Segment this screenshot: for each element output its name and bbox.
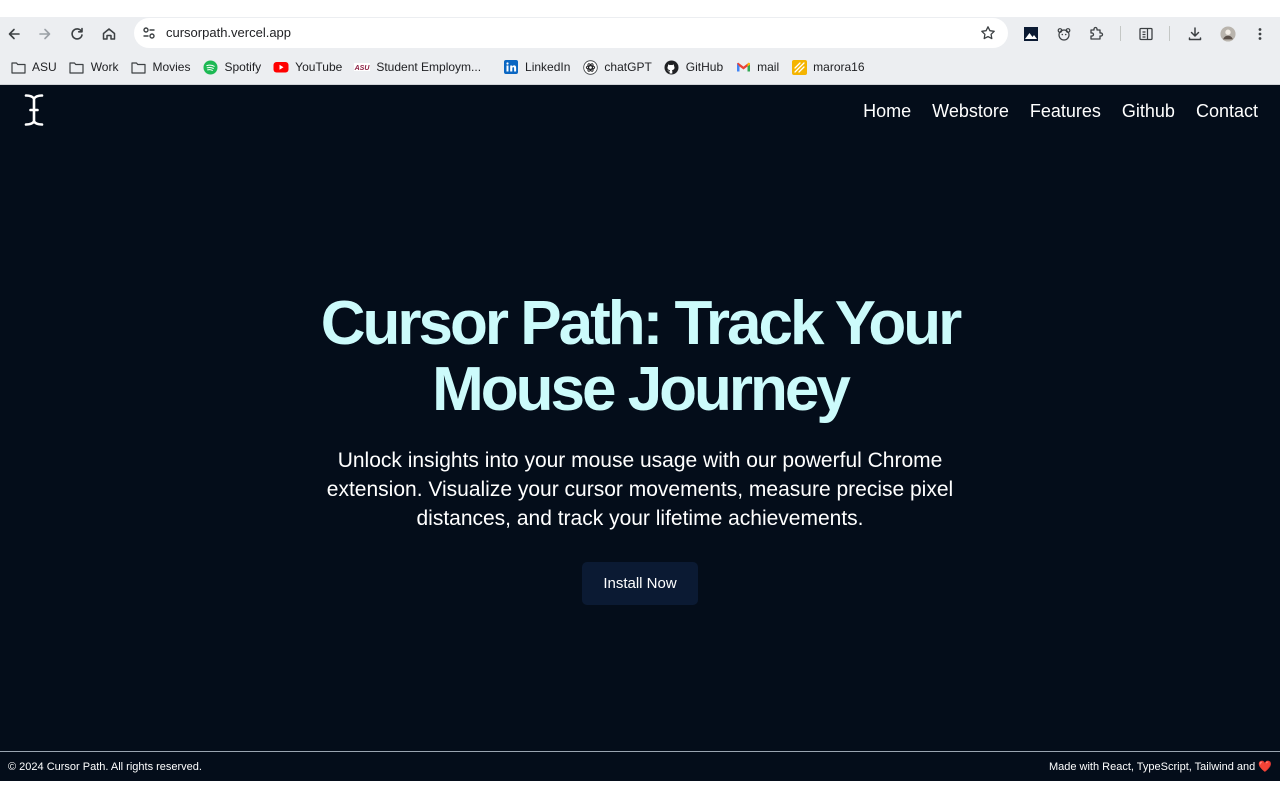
hero-title: Cursor Path: Track Your Mouse Journey [320, 289, 962, 424]
toolbar-divider [1120, 26, 1121, 41]
extensions-button[interactable] [1087, 25, 1105, 43]
svg-text:ASU: ASU [354, 65, 370, 72]
arrow-right-icon [39, 28, 51, 39]
folder-icon [69, 59, 85, 75]
puzzle-icon [1090, 26, 1104, 40]
bookmark-asu[interactable]: ASU [6, 55, 61, 79]
bookmark-label: mail [757, 60, 780, 74]
spotify-icon [202, 59, 218, 75]
toolbar-divider [1169, 26, 1170, 41]
extension-bear-button[interactable] [1055, 25, 1073, 43]
reload-button[interactable] [63, 17, 91, 50]
text-cursor-icon[interactable] [22, 92, 46, 128]
bookmark-youtube[interactable]: YouTube [269, 55, 346, 79]
star-icon[interactable] [980, 25, 996, 41]
window-top-strip [0, 0, 1280, 17]
browser-toolbar: cursorpath.vercel.app [0, 17, 1280, 50]
bookmarks-bar: ASU Work Movies Spotify YouTube ASU Stud… [0, 50, 1280, 85]
made-with-label: Made with React, TypeScript, Tailwind an… [1048, 761, 1256, 773]
linkedin-icon [503, 59, 519, 75]
nav-contact-link[interactable]: Contact [1196, 100, 1258, 122]
folder-icon [10, 59, 26, 75]
back-button[interactable] [0, 17, 28, 50]
bear-icon [1057, 28, 1071, 41]
profile-button[interactable] [1219, 25, 1237, 43]
bookmark-github[interactable]: GitHub [660, 55, 727, 79]
side-panel-icon [1139, 27, 1153, 41]
folder-icon [130, 59, 146, 75]
bookmark-label: Work [90, 60, 119, 74]
bookmark-student-employment[interactable]: ASU Student Employm... [350, 55, 485, 79]
mountain-icon [1024, 27, 1038, 41]
avatar-icon [1220, 26, 1236, 42]
page-content: Home Webstore Features Github Contact Cu… [0, 85, 1280, 781]
site-footer: © 2024 Cursor Path. All rights reserved.… [0, 751, 1280, 781]
bookmark-label: marora16 [813, 60, 865, 74]
gmail-icon [735, 59, 751, 75]
site-settings-icon[interactable] [141, 25, 157, 41]
bookmark-label: Movies [152, 60, 191, 74]
bookmark-spotify[interactable]: Spotify [198, 55, 265, 79]
bookmark-marora16[interactable]: marora16 [787, 55, 868, 79]
hero-subtitle: Unlock insights into your mouse usage wi… [326, 449, 954, 530]
url-text[interactable]: cursorpath.vercel.app [166, 25, 291, 41]
window-bottom-strip [0, 781, 1280, 800]
nav-home-link[interactable]: Home [863, 100, 911, 122]
bookmark-label: LinkedIn [525, 60, 571, 74]
download-icon [1188, 27, 1202, 41]
downloads-button[interactable] [1186, 25, 1204, 43]
bookmark-label: ASU [32, 60, 57, 74]
chatgpt-icon [582, 59, 598, 75]
nav-github-link[interactable]: Github [1122, 100, 1175, 122]
bookmark-chatgpt[interactable]: chatGPT [578, 55, 655, 79]
nav-webstore-link[interactable]: Webstore [932, 100, 1009, 122]
heart-icon: ❤️ [1258, 761, 1272, 773]
reading-list-button[interactable] [1137, 25, 1155, 43]
address-bar[interactable]: cursorpath.vercel.app [134, 18, 1008, 48]
extension-cursorpath-button[interactable] [1022, 25, 1040, 43]
bookmark-mail[interactable]: mail [731, 55, 783, 79]
menu-button[interactable] [1251, 25, 1269, 43]
nav-features-link[interactable]: Features [1030, 100, 1101, 122]
home-icon [102, 27, 116, 40]
marora-icon [791, 59, 807, 75]
bookmark-label: Student Employm... [376, 60, 482, 74]
home-button[interactable] [95, 17, 123, 50]
github-icon [664, 59, 680, 75]
bookmark-label: YouTube [295, 60, 343, 74]
bookmark-label: GitHub [685, 60, 724, 74]
bookmark-label: chatGPT [604, 60, 652, 74]
asu-icon: ASU [354, 59, 371, 75]
arrow-left-icon [8, 28, 20, 39]
bookmark-movies[interactable]: Movies [126, 55, 194, 79]
reload-icon [71, 27, 83, 40]
bookmark-linkedin[interactable]: LinkedIn [499, 55, 574, 79]
made-with-text: Made with React, TypeScript, Tailwind an… [1049, 760, 1272, 773]
hero-section: Cursor Path: Track Your Mouse Journey Un… [0, 291, 1280, 605]
bookmark-work[interactable]: Work [65, 55, 123, 79]
install-now-button[interactable]: Install Now [582, 562, 698, 605]
site-nav: Home Webstore Features Github Contact [842, 100, 1258, 122]
bookmark-label: Spotify [224, 60, 262, 74]
youtube-icon [273, 59, 289, 75]
copyright-text: © 2024 Cursor Path. All rights reserved. [8, 760, 202, 773]
forward-button[interactable] [31, 17, 59, 50]
kebab-menu-icon [1258, 28, 1262, 40]
